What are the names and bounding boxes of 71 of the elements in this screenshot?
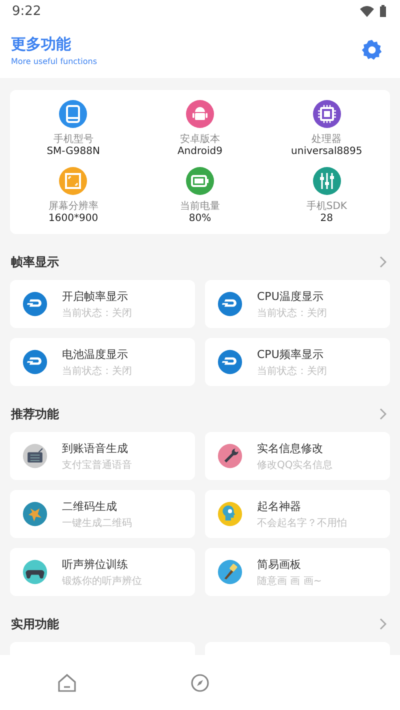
chevron-right-icon[interactable] <box>379 408 387 420</box>
feature-card[interactable]: 起名神器 不会起名字？不用怕 <box>205 490 390 538</box>
chevron-right-icon[interactable] <box>379 256 387 268</box>
battery-icon <box>186 167 214 195</box>
phone-icon <box>59 100 88 128</box>
card-title: 电池温度显示 <box>62 346 129 362</box>
page-subtitle: More useful functions <box>11 56 98 66</box>
feature-card[interactable]: 二维码生成 一键生成二维码 <box>10 490 195 538</box>
page-title: 更多功能 <box>11 34 72 54</box>
card-title: 到账语音生成 <box>62 440 129 456</box>
card-subtitle: 当前状态：关闭 <box>62 306 132 320</box>
card-subtitle: 当前状态：关闭 <box>62 364 132 378</box>
card-title: 简易画板 <box>257 556 302 572</box>
feature-card[interactable]: 听声辨位训练 锻炼你的听声辨位 <box>10 548 195 596</box>
info-label: 处理器 <box>312 132 342 146</box>
card-subtitle: 修改QQ实名信息 <box>257 458 333 472</box>
info-label: 手机SDK <box>306 200 347 213</box>
info-label: 当前电量 <box>180 200 220 213</box>
dash-icon <box>217 291 243 317</box>
section-title: 推荐功能 <box>11 406 59 422</box>
card-title: 二维码生成 <box>62 498 118 514</box>
card-title: CPU频率显示 <box>257 346 324 362</box>
info-value: 28 <box>320 213 334 224</box>
dash-icon <box>217 349 243 375</box>
card-title: CPU温度显示 <box>257 288 324 304</box>
feature-card[interactable]: CPU温度显示 当前状态：关闭 <box>205 280 390 328</box>
section-title: 帧率显示 <box>11 254 59 270</box>
feature-card[interactable]: 实名信息修改 修改QQ实名信息 <box>205 432 390 480</box>
gamepad-icon <box>22 559 48 585</box>
card-title: 开启帧率显示 <box>62 288 129 304</box>
head-icon <box>217 501 243 527</box>
card-subtitle: 不会起名字？不用怕 <box>257 516 347 530</box>
home-icon[interactable] <box>56 672 78 694</box>
sliders-icon <box>312 167 341 195</box>
info-value: Android9 <box>177 146 222 157</box>
feature-card[interactable]: 简易画板 随意画 画 画~ <box>205 548 390 596</box>
card-subtitle: 当前状态：关闭 <box>257 306 327 320</box>
status-time: 9:22 <box>12 4 42 18</box>
feature-card[interactable]: 开启帧率显示 当前状态：关闭 <box>10 280 195 328</box>
chip-icon <box>312 100 341 128</box>
info-label: 屏幕分辨率 <box>48 200 98 213</box>
info-value: 1600*900 <box>48 213 98 224</box>
feature-card[interactable]: 电池温度显示 当前状态：关闭 <box>10 338 195 386</box>
chevron-right-icon[interactable] <box>379 618 387 630</box>
info-value: universal8895 <box>291 146 362 157</box>
dash-icon <box>22 349 48 375</box>
brush-icon <box>217 559 243 585</box>
card-subtitle: 支付宝普通语音 <box>62 458 132 472</box>
wifi-icon <box>360 6 374 16</box>
wrench-icon <box>217 443 243 469</box>
feature-card[interactable]: 到账语音生成 支付宝普通语音 <box>10 432 195 480</box>
dash-icon <box>22 291 48 317</box>
battery-icon <box>380 5 386 17</box>
compass-icon[interactable] <box>188 672 211 694</box>
card-subtitle: 当前状态：关闭 <box>257 364 327 378</box>
screen-icon <box>59 167 88 195</box>
card-subtitle: 随意画 画 画~ <box>257 574 322 588</box>
robot-icon <box>186 100 214 128</box>
card-title: 起名神器 <box>257 498 302 514</box>
info-value: SM-G988N <box>46 146 100 157</box>
card-title: 听声辨位训练 <box>62 556 129 572</box>
info-label: 安卓版本 <box>180 132 220 146</box>
info-label: 手机型号 <box>53 132 94 146</box>
card-subtitle: 锻炼你的听声辨位 <box>62 574 142 588</box>
section-title: 实用功能 <box>11 616 59 632</box>
card-title: 实名信息修改 <box>257 440 324 456</box>
settings-icon[interactable] <box>361 39 383 61</box>
radio-icon <box>22 443 48 469</box>
feature-card[interactable]: CPU频率显示 当前状态：关闭 <box>205 338 390 386</box>
info-value: 80% <box>188 213 212 224</box>
card-subtitle: 一键生成二维码 <box>62 516 132 530</box>
